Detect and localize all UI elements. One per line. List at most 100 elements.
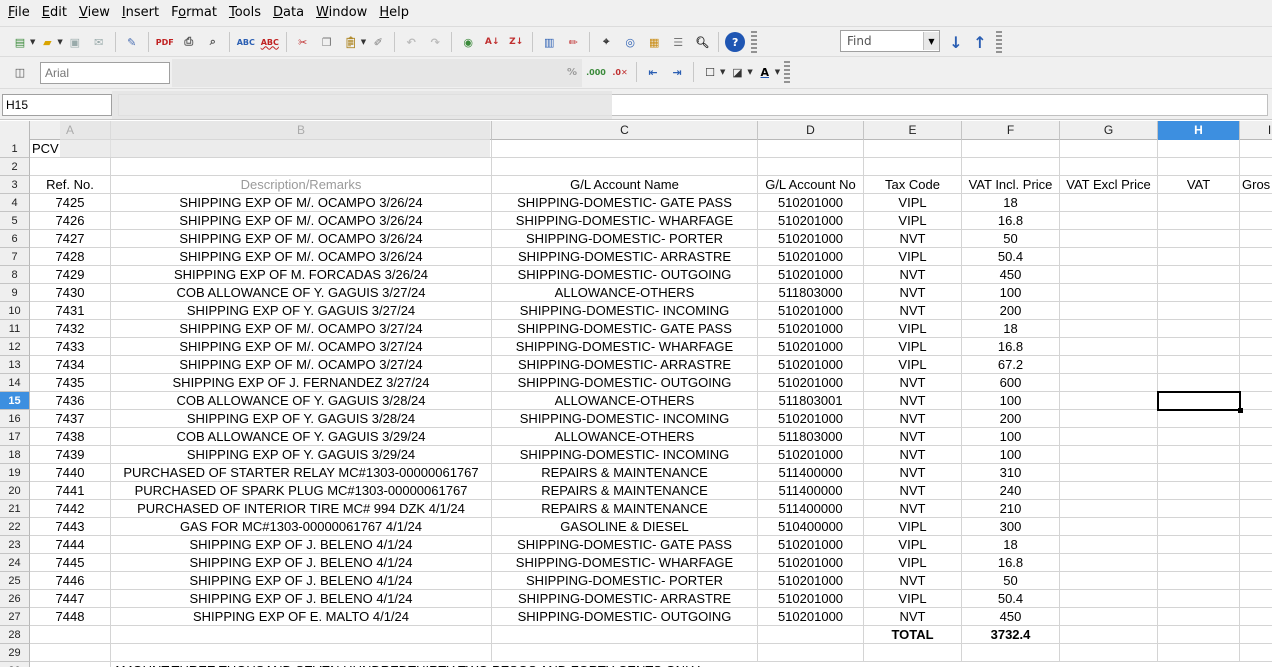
cell-i[interactable] bbox=[1240, 410, 1272, 428]
cell-tax-code[interactable]: NVT bbox=[864, 392, 962, 410]
cell-h[interactable] bbox=[1158, 464, 1240, 482]
cell-account-name[interactable]: SHIPPING-DOMESTIC- INCOMING bbox=[492, 302, 758, 320]
row-header[interactable]: 2 bbox=[0, 158, 30, 176]
cell-vat-incl-price[interactable]: 100 bbox=[962, 446, 1060, 464]
cell-i[interactable] bbox=[1240, 482, 1272, 500]
cell-vat-incl-price[interactable]: 18 bbox=[962, 194, 1060, 212]
row-header[interactable]: 19 bbox=[0, 464, 30, 482]
header-cell-b[interactable]: Description/Remarks bbox=[111, 176, 492, 194]
cell-g[interactable] bbox=[1060, 356, 1158, 374]
header-cell-i[interactable]: Gros bbox=[1240, 176, 1272, 194]
row-header[interactable]: 20 bbox=[0, 482, 30, 500]
copy-icon[interactable]: ❐ bbox=[317, 32, 337, 52]
column-header-g[interactable]: G bbox=[1060, 121, 1158, 140]
cell-g[interactable] bbox=[1060, 284, 1158, 302]
cell-i[interactable] bbox=[1240, 428, 1272, 446]
menu-item-data[interactable]: Data bbox=[267, 0, 310, 26]
row-header[interactable]: 27 bbox=[0, 608, 30, 626]
font-name-field[interactable]: Arial bbox=[40, 62, 170, 84]
clone-formatting-icon[interactable]: ✐ bbox=[368, 32, 388, 52]
cell-b[interactable] bbox=[111, 158, 492, 176]
cell-h[interactable] bbox=[1158, 320, 1240, 338]
cell-account-name[interactable]: REPAIRS & MAINTENANCE bbox=[492, 464, 758, 482]
font-color-icon[interactable]: A bbox=[755, 62, 775, 82]
header-cell-c[interactable]: G/L Account Name bbox=[492, 176, 758, 194]
cell-h[interactable] bbox=[1158, 284, 1240, 302]
cell-h[interactable] bbox=[1158, 428, 1240, 446]
cell-account-name[interactable]: SHIPPING-DOMESTIC- PORTER bbox=[492, 572, 758, 590]
cell-h[interactable] bbox=[1158, 446, 1240, 464]
gallery-icon[interactable]: ▦ bbox=[644, 32, 664, 52]
cell-account-name[interactable]: SHIPPING-DOMESTIC- ARRASTRE bbox=[492, 356, 758, 374]
cell-g[interactable] bbox=[1060, 338, 1158, 356]
cell-vat-incl-price[interactable]: 450 bbox=[962, 608, 1060, 626]
cell-g[interactable] bbox=[1060, 536, 1158, 554]
cell-account-name[interactable]: SHIPPING-DOMESTIC- WHARFAGE bbox=[492, 554, 758, 572]
cell-c[interactable] bbox=[492, 140, 758, 158]
cell-h[interactable] bbox=[1158, 644, 1240, 662]
row-header[interactable]: 8 bbox=[0, 266, 30, 284]
row-header[interactable]: 10 bbox=[0, 302, 30, 320]
row-header[interactable]: 29 bbox=[0, 644, 30, 662]
help-icon[interactable]: ? bbox=[725, 32, 746, 52]
cell-account-no[interactable]: 510201000 bbox=[758, 230, 864, 248]
cell-i[interactable] bbox=[1240, 500, 1272, 518]
cell-f[interactable] bbox=[962, 140, 1060, 158]
cell-description[interactable]: SHIPPING EXP OF M/. OCAMPO 3/27/24 bbox=[111, 338, 492, 356]
cell-vat-incl-price[interactable]: 300 bbox=[962, 518, 1060, 536]
cell-g[interactable] bbox=[1060, 374, 1158, 392]
background-color-icon[interactable]: ◪ bbox=[727, 62, 747, 82]
row-header[interactable]: 9 bbox=[0, 284, 30, 302]
cell-tax-code[interactable]: NVT bbox=[864, 230, 962, 248]
cell-description[interactable]: SHIPPING EXP OF Y. GAGUIS 3/27/24 bbox=[111, 302, 492, 320]
cell-g[interactable] bbox=[1060, 464, 1158, 482]
new-document-icon[interactable]: ▤ bbox=[10, 32, 30, 52]
percent-format-icon[interactable]: % bbox=[562, 62, 582, 82]
cell-account-no[interactable]: 510201000 bbox=[758, 194, 864, 212]
cell-tax-code[interactable]: VIPL bbox=[864, 212, 962, 230]
cell-e[interactable] bbox=[864, 158, 962, 176]
cell-description[interactable]: GAS FOR MC#1303-00000061767 4/1/24 bbox=[111, 518, 492, 536]
cell-h[interactable] bbox=[1158, 140, 1240, 158]
cell-h[interactable] bbox=[1158, 194, 1240, 212]
cell-description[interactable]: SHIPPING EXP OF J. BELENO 4/1/24 bbox=[111, 554, 492, 572]
chevron-down-icon[interactable]: ▼ bbox=[361, 38, 366, 46]
cell-g[interactable] bbox=[1060, 608, 1158, 626]
column-header-f[interactable]: F bbox=[962, 121, 1060, 140]
cell-description[interactable]: PURCHASED OF STARTER RELAY MC#1303-00000… bbox=[111, 464, 492, 482]
cell-g[interactable] bbox=[1060, 212, 1158, 230]
cell-i[interactable] bbox=[1240, 518, 1272, 536]
column-header-c[interactable]: C bbox=[492, 121, 758, 140]
cell-h[interactable] bbox=[1158, 248, 1240, 266]
navigator-icon[interactable]: ◎ bbox=[620, 32, 640, 52]
cell-account-no[interactable]: 510201000 bbox=[758, 212, 864, 230]
cell-tax-code[interactable]: VIPL bbox=[864, 518, 962, 536]
toolbar-grip-icon[interactable] bbox=[751, 31, 758, 53]
cell-h[interactable] bbox=[1158, 518, 1240, 536]
cell-g[interactable] bbox=[1060, 482, 1158, 500]
cell-d[interactable] bbox=[758, 662, 864, 667]
find-toolbar-box[interactable]: ▼ bbox=[840, 30, 940, 52]
select-all-corner[interactable] bbox=[0, 121, 30, 140]
cell-c[interactable] bbox=[492, 644, 758, 662]
cell-tax-code[interactable]: NVT bbox=[864, 446, 962, 464]
cell-account-name[interactable]: SHIPPING-DOMESTIC- INCOMING bbox=[492, 446, 758, 464]
cell-h[interactable] bbox=[1158, 302, 1240, 320]
cell-ref-no[interactable]: 7431 bbox=[30, 302, 111, 320]
cell-account-no[interactable]: 510201000 bbox=[758, 320, 864, 338]
menu-item-window[interactable]: Window bbox=[310, 0, 373, 26]
row-header[interactable]: 15 bbox=[0, 392, 30, 410]
cell-account-name[interactable]: SHIPPING-DOMESTIC- PORTER bbox=[492, 230, 758, 248]
cell-ref-no[interactable]: 7425 bbox=[30, 194, 111, 212]
cell-i[interactable] bbox=[1240, 356, 1272, 374]
menu-item-edit[interactable]: Edit bbox=[36, 0, 73, 26]
cell-tax-code[interactable]: VIPL bbox=[864, 356, 962, 374]
cell-vat-incl-price[interactable]: 50.4 bbox=[962, 248, 1060, 266]
undo-icon[interactable]: ↶ bbox=[401, 32, 421, 52]
cell-h[interactable] bbox=[1158, 158, 1240, 176]
add-decimal-icon[interactable]: .000 bbox=[586, 62, 606, 82]
row-header[interactable]: 17 bbox=[0, 428, 30, 446]
cell-g[interactable] bbox=[1060, 590, 1158, 608]
cell-g[interactable] bbox=[1060, 194, 1158, 212]
decrease-indent-icon[interactable]: ⇤ bbox=[643, 62, 663, 82]
